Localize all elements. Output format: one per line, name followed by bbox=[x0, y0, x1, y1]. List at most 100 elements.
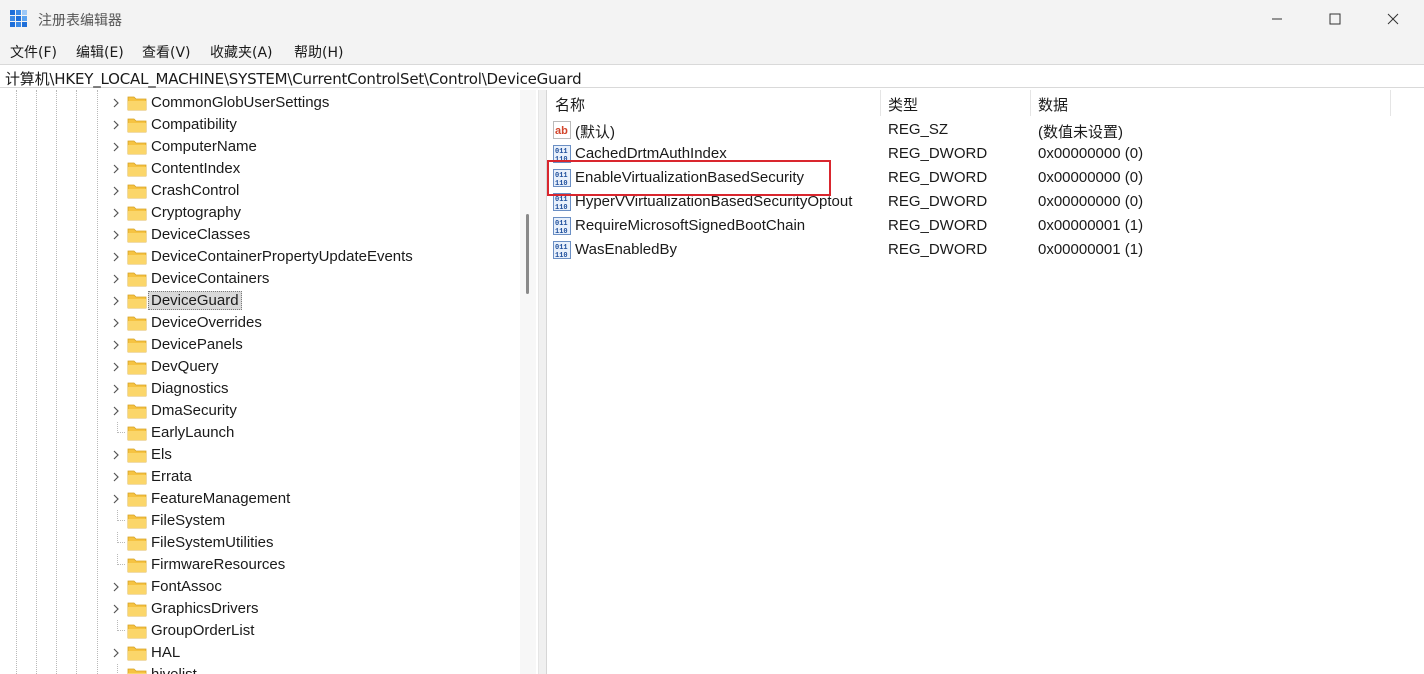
chevron-right-icon[interactable] bbox=[111, 340, 121, 350]
folder-icon bbox=[127, 360, 147, 375]
key-tree-pane[interactable]: CommonGlobUserSettings Compatibility Compu… bbox=[0, 90, 539, 674]
address-path[interactable]: 计算机\HKEY_LOCAL_MACHINE\SYSTEM\CurrentCon… bbox=[5, 68, 582, 89]
tree-item[interactable]: Els bbox=[0, 444, 520, 466]
column-header-type[interactable]: 类型 bbox=[888, 94, 918, 115]
tree-connector-line bbox=[117, 620, 125, 631]
chevron-right-icon[interactable] bbox=[111, 274, 121, 284]
chevron-right-icon[interactable] bbox=[111, 318, 121, 328]
chevron-right-icon[interactable] bbox=[111, 450, 121, 460]
value-type: REG_DWORD bbox=[888, 145, 988, 162]
tree-item-label: FontAssoc bbox=[151, 578, 222, 595]
tree-item-label: DeviceContainers bbox=[151, 270, 270, 287]
svg-text:110: 110 bbox=[555, 252, 568, 259]
tree-item[interactable]: DeviceGuard bbox=[0, 290, 520, 312]
menu-help[interactable]: 帮助(H) bbox=[294, 42, 343, 62]
column-header-name[interactable]: 名称 bbox=[555, 94, 585, 115]
column-divider[interactable] bbox=[880, 90, 881, 116]
tree-item[interactable]: HAL bbox=[0, 642, 520, 664]
maximize-button[interactable] bbox=[1306, 0, 1364, 38]
tree-connector-line bbox=[117, 532, 125, 543]
chevron-right-icon[interactable] bbox=[111, 494, 121, 504]
chevron-right-icon[interactable] bbox=[111, 230, 121, 240]
chevron-right-icon[interactable] bbox=[111, 648, 121, 658]
tree-scrollbar-thumb[interactable] bbox=[526, 214, 529, 294]
chevron-right-icon[interactable] bbox=[111, 164, 121, 174]
chevron-right-icon[interactable] bbox=[111, 252, 121, 262]
value-name: (默认) bbox=[575, 124, 615, 141]
chevron-right-icon[interactable] bbox=[111, 582, 121, 592]
tree-item[interactable]: ContentIndex bbox=[0, 158, 520, 180]
minimize-button[interactable] bbox=[1248, 0, 1306, 38]
tree-item[interactable]: GroupOrderList bbox=[0, 620, 520, 642]
tree-item[interactable]: Cryptography bbox=[0, 202, 520, 224]
chevron-right-icon[interactable] bbox=[111, 208, 121, 218]
column-divider[interactable] bbox=[1030, 90, 1031, 116]
tree-item-label: DeviceClasses bbox=[151, 226, 251, 243]
menu-edit[interactable]: 编辑(E) bbox=[76, 42, 124, 62]
menu-favorites[interactable]: 收藏夹(A) bbox=[210, 42, 273, 62]
tree-item[interactable]: FirmwareResources bbox=[0, 554, 520, 576]
minimize-icon bbox=[1272, 18, 1282, 20]
tree-item[interactable]: FontAssoc bbox=[0, 576, 520, 598]
tree-item-label: DeviceGuard bbox=[148, 291, 242, 310]
value-data: 0x00000000 (0) bbox=[1038, 193, 1144, 210]
tree-item[interactable]: DeviceClasses bbox=[0, 224, 520, 246]
tree-item[interactable]: DmaSecurity bbox=[0, 400, 520, 422]
column-divider[interactable] bbox=[1390, 90, 1391, 116]
pane-splitter[interactable] bbox=[539, 90, 546, 674]
value-name: WasEnabledBy bbox=[575, 241, 677, 258]
chevron-right-icon[interactable] bbox=[111, 384, 121, 394]
tree-item[interactable]: DevQuery bbox=[0, 356, 520, 378]
folder-icon bbox=[127, 96, 147, 111]
value-row[interactable]: 011 110 WasEnabledBy REG_DWORD 0x00000001 (1… bbox=[547, 238, 1407, 262]
binary-value-icon: 011110 bbox=[553, 241, 571, 259]
tree-item-label: FeatureManagement bbox=[151, 490, 291, 507]
tree-item[interactable]: EarlyLaunch bbox=[0, 422, 520, 444]
svg-text:011: 011 bbox=[555, 196, 568, 204]
tree-item[interactable]: Compatibility bbox=[0, 114, 520, 136]
tree-item-label: Els bbox=[151, 446, 172, 463]
folder-icon bbox=[127, 294, 147, 309]
column-header-data[interactable]: 数据 bbox=[1038, 94, 1068, 115]
tree-item-label: Diagnostics bbox=[151, 380, 229, 397]
menu-view[interactable]: 查看(V) bbox=[142, 42, 191, 62]
chevron-right-icon[interactable] bbox=[111, 362, 121, 372]
chevron-right-icon[interactable] bbox=[111, 406, 121, 416]
folder-icon bbox=[127, 602, 147, 617]
chevron-right-icon[interactable] bbox=[111, 142, 121, 152]
tree-item[interactable]: hivelist bbox=[0, 664, 520, 674]
address-bar[interactable]: 计算机\HKEY_LOCAL_MACHINE\SYSTEM\CurrentCon… bbox=[0, 64, 1424, 88]
menu-file[interactable]: 文件(F) bbox=[10, 42, 57, 62]
tree-scrollbar[interactable] bbox=[520, 90, 536, 674]
value-type: REG_SZ bbox=[888, 121, 949, 138]
tree-item[interactable]: DeviceOverrides bbox=[0, 312, 520, 334]
value-data: (数值未设置) bbox=[1038, 124, 1123, 141]
folder-icon bbox=[127, 162, 147, 177]
string-value-icon: ab bbox=[553, 121, 571, 139]
chevron-right-icon[interactable] bbox=[111, 98, 121, 108]
chevron-right-icon[interactable] bbox=[111, 604, 121, 614]
tree-item[interactable]: DeviceContainerPropertyUpdateEvents bbox=[0, 246, 520, 268]
chevron-right-icon[interactable] bbox=[111, 296, 121, 306]
value-row[interactable]: 011 110 RequireMicrosoftSignedBootChain REG… bbox=[547, 214, 1407, 238]
folder-icon bbox=[127, 338, 147, 353]
tree-item[interactable]: CommonGlobUserSettings bbox=[0, 92, 520, 114]
folder-icon bbox=[127, 404, 147, 419]
folder-icon bbox=[127, 118, 147, 133]
tree-item[interactable]: Diagnostics bbox=[0, 378, 520, 400]
chevron-right-icon[interactable] bbox=[111, 120, 121, 130]
close-button[interactable] bbox=[1364, 0, 1422, 38]
value-row[interactable]: ab (默认) REG_SZ (数值未设置) bbox=[547, 118, 1407, 142]
close-icon bbox=[1387, 13, 1399, 25]
tree-item[interactable]: DevicePanels bbox=[0, 334, 520, 356]
tree-item[interactable]: GraphicsDrivers bbox=[0, 598, 520, 620]
tree-item[interactable]: FileSystemUtilities bbox=[0, 532, 520, 554]
tree-item[interactable]: DeviceContainers bbox=[0, 268, 520, 290]
tree-item[interactable]: FileSystem bbox=[0, 510, 520, 532]
chevron-right-icon[interactable] bbox=[111, 186, 121, 196]
tree-item[interactable]: FeatureManagement bbox=[0, 488, 520, 510]
chevron-right-icon[interactable] bbox=[111, 472, 121, 482]
tree-item[interactable]: CrashControl bbox=[0, 180, 520, 202]
tree-item[interactable]: Errata bbox=[0, 466, 520, 488]
tree-item[interactable]: ComputerName bbox=[0, 136, 520, 158]
